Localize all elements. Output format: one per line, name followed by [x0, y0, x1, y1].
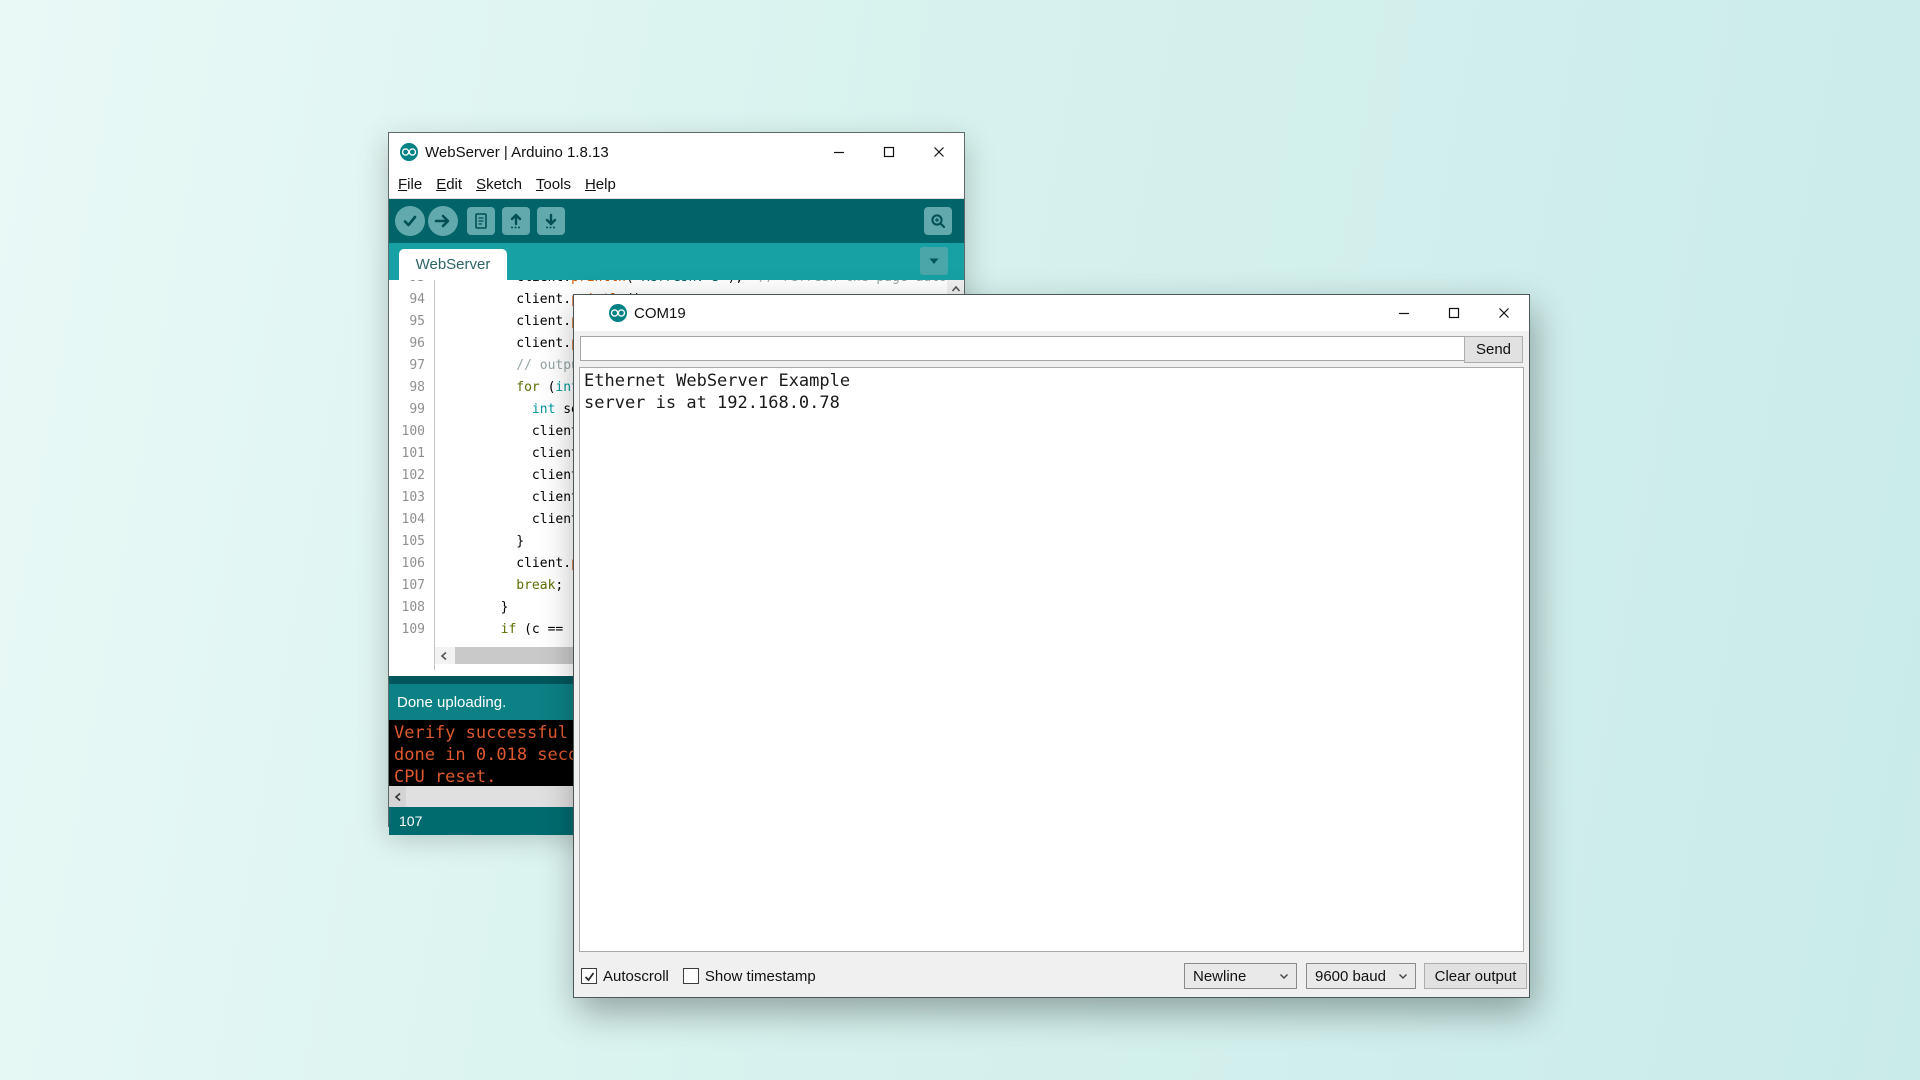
line-number: 97 — [389, 355, 434, 377]
arduino-logo-icon — [399, 142, 419, 162]
code-text: break; — [434, 575, 563, 597]
document-icon — [471, 211, 491, 231]
serial-input[interactable] — [580, 336, 1466, 361]
chevron-left-icon — [392, 791, 404, 803]
line-number: 103 — [389, 487, 434, 509]
code-text: } — [434, 531, 524, 553]
magnifier-icon — [928, 211, 948, 231]
serial-output-area: Ethernet WebServer Exampleserver is at 1… — [579, 367, 1524, 952]
chevron-down-icon — [926, 253, 942, 269]
serial-output-line: Ethernet WebServer Example — [584, 370, 1523, 392]
menu-sketch[interactable]: Sketch — [469, 176, 529, 193]
serial-monitor-window: COM19 Send Ethernet WebServer Exampleser… — [573, 294, 1530, 998]
baud-rate-select[interactable]: 9600 baud — [1306, 963, 1416, 989]
chevron-up-icon — [950, 283, 962, 295]
arduino-titlebar: WebServer | Arduino 1.8.13 — [389, 133, 964, 171]
menu-help[interactable]: Help — [578, 176, 623, 193]
upload-button[interactable] — [428, 206, 458, 236]
line-number: 106 — [389, 553, 434, 575]
line-number: 93 — [389, 280, 434, 289]
line-number: 102 — [389, 465, 434, 487]
tabbar: WebServer — [389, 243, 964, 280]
check-icon — [400, 211, 420, 231]
code-text: } — [434, 597, 508, 619]
clear-output-button[interactable]: Clear output — [1424, 963, 1527, 989]
check-icon — [583, 970, 596, 983]
line-number: 95 — [389, 311, 434, 333]
serial-output-line: server is at 192.168.0.78 — [584, 392, 1523, 414]
line-number: 99 — [389, 399, 434, 421]
send-button[interactable]: Send — [1464, 336, 1523, 363]
menubar: File Edit Sketch Tools Help — [389, 171, 964, 199]
close-button[interactable] — [1479, 295, 1529, 331]
line-number: 100 — [389, 421, 434, 443]
close-button[interactable] — [914, 133, 964, 171]
chevron-left-icon — [438, 650, 450, 662]
line-number: 96 — [389, 333, 434, 355]
tab-websesrver[interactable]: WebServer — [399, 249, 507, 280]
serial-monitor-button[interactable] — [924, 207, 952, 235]
arduino-logo-icon — [608, 303, 628, 323]
line-number: 108 — [389, 597, 434, 619]
show-timestamp-checkbox[interactable]: Show timestamp — [683, 968, 816, 985]
verify-button[interactable] — [395, 206, 425, 236]
editor-line: 93 client.println("Refresh: 5"); // refr… — [389, 280, 947, 289]
tab-list-dropdown-button[interactable] — [920, 247, 948, 275]
arrow-right-icon — [433, 211, 453, 231]
desktop: WebServer | Arduino 1.8.13 File Edit Ske… — [0, 0, 1920, 1080]
chevron-down-icon — [1397, 970, 1409, 982]
autoscroll-checkbox[interactable]: Autoscroll — [581, 968, 669, 985]
arrow-up-icon — [506, 211, 526, 231]
line-number: 104 — [389, 509, 434, 531]
menu-file[interactable]: File — [391, 176, 429, 193]
line-number: 107 — [389, 575, 434, 597]
open-sketch-button[interactable] — [502, 207, 530, 235]
line-number: 98 — [389, 377, 434, 399]
serial-titlebar: COM19 — [574, 295, 1529, 331]
save-sketch-button[interactable] — [537, 207, 565, 235]
new-sketch-button[interactable] — [467, 207, 495, 235]
checkbox-checked[interactable] — [581, 968, 597, 984]
window-title: COM19 — [634, 305, 686, 322]
toolbar — [389, 199, 964, 243]
status-text: Done uploading. — [397, 694, 506, 711]
tab-label: WebServer — [416, 256, 491, 273]
serial-output-lines: Ethernet WebServer Exampleserver is at 1… — [584, 370, 1523, 414]
code-text: client.println("Refresh: 5"); // refresh… — [434, 280, 964, 289]
arrow-down-icon — [541, 211, 561, 231]
minimize-button[interactable] — [814, 133, 864, 171]
line-number: 101 — [389, 443, 434, 465]
window-title: WebServer | Arduino 1.8.13 — [425, 144, 609, 161]
line-number: 109 — [389, 619, 434, 641]
line-ending-select[interactable]: Newline — [1184, 963, 1297, 989]
line-number: 94 — [389, 289, 434, 311]
serial-bottom-bar: Autoscroll Show timestamp Newline 9600 b… — [574, 955, 1529, 997]
minimize-button[interactable] — [1379, 295, 1429, 331]
line-number: 105 — [389, 531, 434, 553]
maximize-button[interactable] — [1429, 295, 1479, 331]
menu-edit[interactable]: Edit — [429, 176, 469, 193]
chevron-down-icon — [1278, 970, 1290, 982]
maximize-button[interactable] — [864, 133, 914, 171]
scroll-left-button[interactable] — [389, 786, 406, 807]
scroll-left-button[interactable] — [435, 647, 452, 664]
checkbox-unchecked[interactable] — [683, 968, 699, 984]
send-row: Send — [574, 331, 1529, 367]
menu-tools[interactable]: Tools — [529, 176, 578, 193]
current-line-indicator: 107 — [399, 813, 422, 829]
